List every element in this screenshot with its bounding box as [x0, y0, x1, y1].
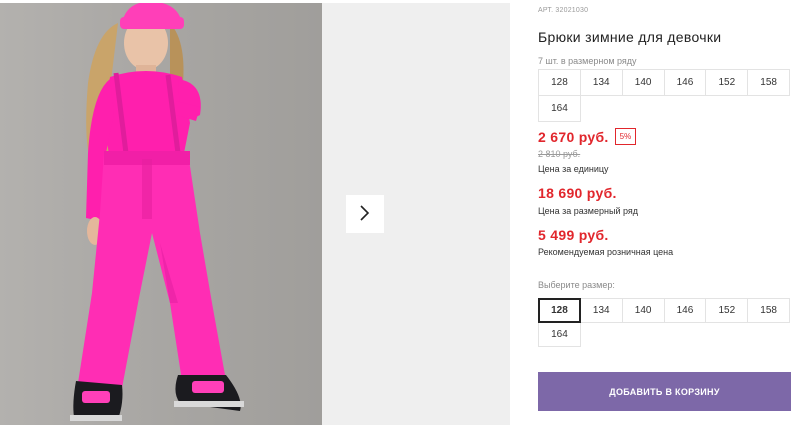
size-option[interactable]: 134 [579, 298, 623, 323]
size-row-item: 140 [621, 69, 665, 96]
size-row-item: 128 [538, 69, 581, 96]
product-photo [0, 3, 322, 425]
price-row: 2 670 руб. 5% [538, 128, 637, 145]
unit-price-caption: Цена за единицу [538, 164, 609, 174]
size-row-grid: 128 134 140 146 152 158 164 [538, 69, 800, 122]
discount-badge: 5% [614, 128, 637, 145]
size-row-item: 158 [747, 69, 791, 96]
product-title: Брюки зимние для девочки [538, 29, 722, 45]
product-info-panel: АРТ. 32021030 Брюки зимние для девочки 7… [520, 0, 800, 425]
unit-price: 2 670 руб. [538, 128, 609, 145]
product-gallery [0, 0, 510, 425]
retail-price-caption: Рекомендуемая розничная цена [538, 247, 674, 257]
add-to-cart-button[interactable]: ДОБАВИТЬ В КОРЗИНУ [538, 372, 791, 411]
old-price: 2 810 руб. [538, 149, 581, 159]
size-option[interactable]: 146 [663, 298, 707, 323]
size-option[interactable]: 140 [621, 298, 665, 323]
choose-size-label: Выберите размер: [538, 280, 615, 290]
size-row-item: 134 [579, 69, 623, 96]
size-option-selected[interactable]: 128 [538, 298, 581, 323]
size-count-label: 7 шт. в размерном ряду [538, 56, 637, 66]
retail-price: 5 499 руб. [538, 227, 609, 243]
size-option[interactable]: 164 [538, 322, 581, 347]
size-row-item: 146 [663, 69, 707, 96]
size-selector: 128 134 140 146 152 158 164 [538, 298, 800, 347]
size-row-item: 152 [705, 69, 749, 96]
size-option[interactable]: 158 [747, 298, 791, 323]
row-price-caption: Цена за размерный ряд [538, 206, 639, 216]
next-photo-button[interactable] [346, 195, 384, 233]
size-option[interactable]: 152 [705, 298, 749, 323]
row-price: 18 690 руб. [538, 185, 617, 201]
chevron-right-icon [359, 204, 371, 225]
article-number: АРТ. 32021030 [538, 7, 589, 14]
size-row-item: 164 [538, 95, 581, 122]
